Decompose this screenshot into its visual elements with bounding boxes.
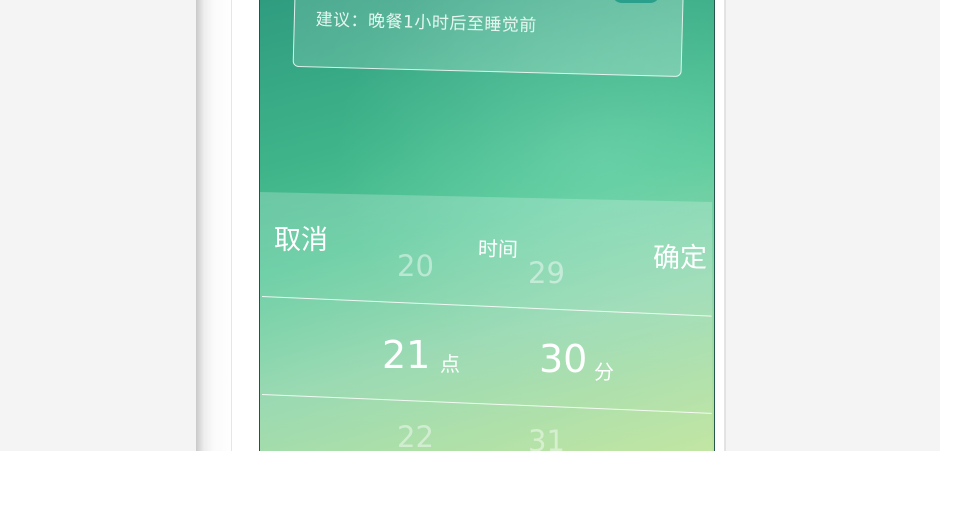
confirm-button[interactable]: 确定 — [653, 236, 707, 275]
hour-option-prev[interactable]: 20 — [397, 249, 434, 283]
cancel-button[interactable]: 取消 — [274, 218, 328, 257]
minute-option-prev[interactable]: 29 — [528, 256, 565, 290]
minute-option-selected[interactable]: 30 — [539, 337, 587, 381]
picker-title: 时间 — [477, 236, 519, 262]
card-tab — [612, 0, 660, 3]
minute-unit-label: 分 — [594, 360, 614, 384]
hour-option-selected[interactable]: 21 — [382, 333, 430, 377]
hour-option-next[interactable]: 22 — [397, 420, 434, 454]
hour-unit-label: 点 — [440, 352, 460, 376]
minute-option-next[interactable]: 31 — [528, 424, 565, 458]
